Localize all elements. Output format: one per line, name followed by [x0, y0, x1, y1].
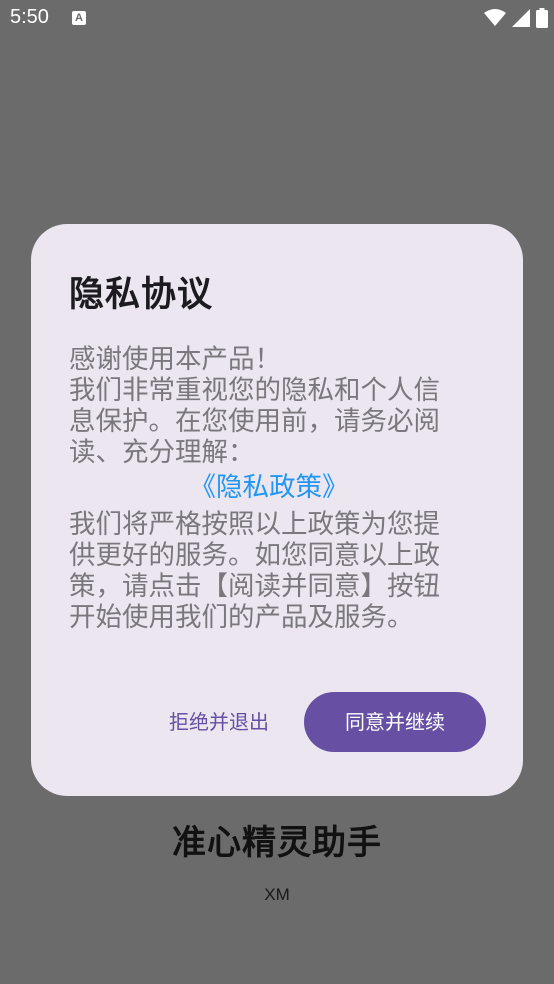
decline-exit-button[interactable]: 拒绝并退出 — [151, 692, 287, 752]
body-line: 我们非常重视您的隐私和个人信 — [69, 375, 440, 406]
body-line: 我们将严格按照以上政策为您提 — [69, 509, 440, 540]
wifi-icon — [484, 9, 506, 26]
status-bar: 5:50 A — [0, 0, 554, 38]
dialog-title: 隐私协议 — [69, 275, 214, 315]
privacy-dialog: 隐私协议 感谢使用本产品！ 我们非常重视您的隐私和个人信 息保护。在您使用前，请… — [31, 224, 523, 796]
dialog-body: 感谢使用本产品！ 我们非常重视您的隐私和个人信 息保护。在您使用前，请务必阅 读… — [69, 344, 469, 633]
screen: 5:50 A 准心精灵助手 XM 隐私协议 感谢使用本产品！ 我们非常重视您的隐… — [0, 0, 554, 984]
notification-a-icon: A — [72, 11, 86, 25]
body-line: 感谢使用本产品！ — [69, 344, 281, 375]
app-name: 准心精灵助手 — [172, 823, 382, 863]
app-subtitle: XM — [264, 885, 290, 904]
status-time: 5:50 — [10, 6, 49, 28]
privacy-policy-link[interactable]: 《隐私政策》 — [69, 472, 469, 503]
signal-icon — [512, 9, 530, 27]
body-line: 开始使用我们的产品及服务。 — [69, 602, 414, 633]
body-line: 供更好的服务。如您同意以上政 — [69, 540, 440, 571]
status-icons — [484, 7, 548, 29]
battery-icon — [536, 8, 548, 28]
body-line: 读、充分理解： — [69, 437, 255, 468]
agree-continue-button[interactable]: 同意并继续 — [304, 692, 486, 752]
body-line: 策，请点击【阅读并同意】按钮 — [69, 571, 440, 602]
body-line: 息保护。在您使用前，请务必阅 — [69, 406, 440, 437]
